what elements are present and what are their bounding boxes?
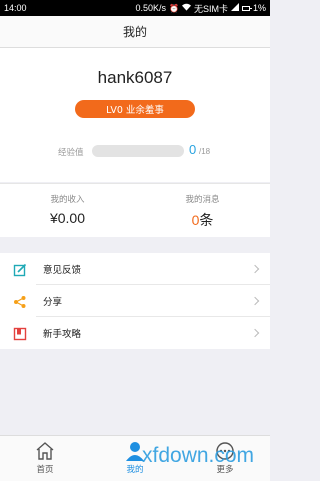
menu-item-share[interactable]: 分享 [0,285,270,317]
income-stat[interactable]: 我的收入 ¥0.00 [0,184,135,238]
status-time: 14:00 [4,3,27,13]
page-title: 我的 [122,25,147,39]
tab-label: 首页 [36,465,54,475]
stats-section: 我的收入 ¥0.00 我的消息 0条 [0,183,270,237]
battery-icon [241,5,252,11]
alarm-icon: ⏰ [169,3,179,13]
status-bar: 14:00 0.50K/s ⏰ 无SIM卡 1% [0,0,270,16]
status-right: 0.50K/s ⏰ 无SIM卡 1% [135,2,266,15]
chevron-right-icon [250,264,260,274]
messages-stat[interactable]: 我的消息 0条 [135,184,270,238]
battery-level: 1% [252,3,266,13]
messages-unit: 条 [199,212,214,228]
bookmark-icon [13,326,27,341]
edit-icon [13,262,27,277]
network-speed: 0.50K/s [135,3,166,13]
profile-card: hank6087 LV0 业余羞事 经验值 0 /18 [0,48,270,182]
tab-home[interactable]: 首页 [0,436,90,481]
header: 我的 [0,16,270,48]
menu-list: 意见反馈 分享 新手攻略 [0,253,270,349]
exp-value: 0 [189,142,197,157]
messages-label: 我的消息 [185,195,220,205]
income-label: 我的收入 [50,195,85,205]
chevron-right-icon [250,328,260,338]
exp-max: /18 [199,147,211,156]
wifi-icon [181,3,191,13]
chevron-right-icon [250,296,260,306]
home-icon [34,441,56,461]
level-badge[interactable]: LV0 业余羞事 [75,100,195,118]
menu-item-guide[interactable]: 新手攻略 [0,317,270,349]
menu-item-label: 意见反馈 [43,265,82,276]
signal-icon [230,3,239,13]
exp-progress-bar [92,145,184,157]
exp-label: 经验值 [58,148,84,158]
menu-item-feedback[interactable]: 意见反馈 [0,253,270,285]
username: hank6087 [97,68,173,87]
menu-item-label: 新手攻略 [43,329,82,340]
income-value: ¥0.00 [49,210,86,226]
messages-value: 0条 [135,210,270,230]
share-icon [13,294,27,308]
sim-status: 无SIM卡 [193,3,228,14]
watermark: xfdown.com [142,444,255,467]
menu-item-label: 分享 [43,297,63,308]
